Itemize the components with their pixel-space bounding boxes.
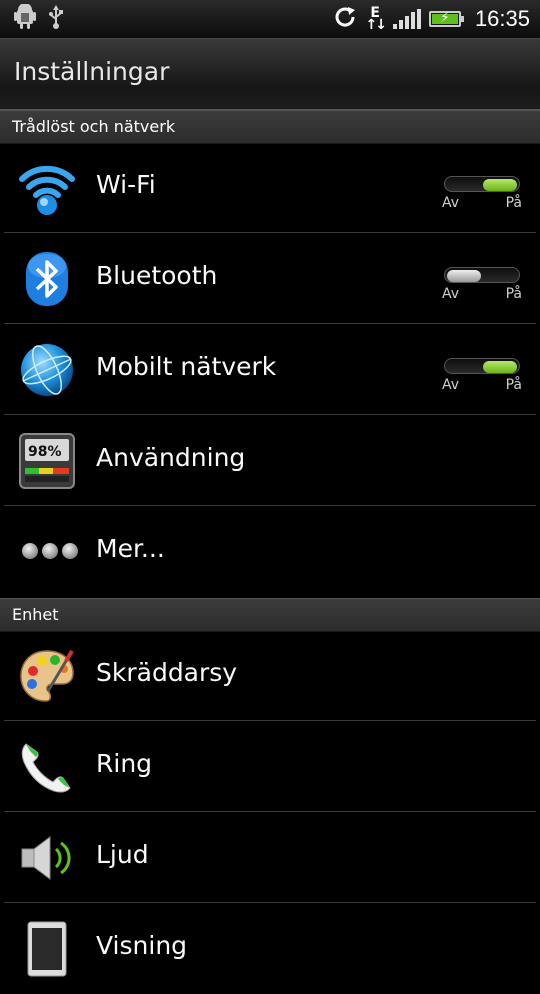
settings-item-display[interactable]: Visning [0, 904, 540, 994]
settings-item-label: Ljud [96, 840, 149, 869]
settings-item-ring[interactable]: Ring [0, 722, 540, 812]
section-header-device: Enhet [0, 598, 540, 632]
settings-item-more[interactable]: Mer... [0, 507, 540, 597]
settings-item-label: Wi-Fi [96, 170, 156, 199]
speaker-icon [18, 829, 76, 887]
settings-item-personalize[interactable]: Skräddarsy [0, 631, 540, 721]
settings-item-label: Mer... [96, 534, 165, 563]
settings-item-mobile-network[interactable]: Mobilt nätverk Av På [0, 325, 540, 415]
settings-item-label: Skräddarsy [96, 658, 238, 687]
status-bar: E ↑↓ ⚡ 16:35 [0, 0, 540, 39]
settings-item-usage[interactable]: 98% Användning [0, 416, 540, 506]
battery-charging-icon: ⚡ [428, 10, 464, 27]
toggle-on-label: På [505, 195, 522, 211]
toggle-off-label: Av [442, 195, 460, 211]
edge-data-icon: E ↑↓ [365, 5, 387, 33]
sync-icon [333, 5, 357, 33]
section-header-label: Trådlöst och nätverk [12, 117, 176, 136]
palette-icon [18, 647, 76, 705]
settings-item-label: Ring [96, 749, 153, 778]
clock: 16:35 [474, 6, 530, 31]
usb-icon [48, 5, 64, 33]
toggle-off-label: Av [442, 286, 460, 302]
settings-item-label: Användning [96, 443, 246, 472]
settings-item-label: Mobilt nätverk [96, 352, 277, 381]
toggle-on-label: På [505, 286, 522, 302]
usage-percent-text: 98% [28, 444, 62, 460]
phone-handset-icon [18, 738, 76, 796]
settings-item-label: Visning [96, 931, 188, 960]
usage-meter-icon: 98% [18, 432, 76, 490]
more-dots-icon [22, 543, 78, 559]
android-debug-icon [14, 3, 36, 34]
signal-icon [392, 9, 421, 29]
section-header-wireless: Trådlöst och nätverk [0, 110, 540, 144]
settings-item-label: Bluetooth [96, 261, 218, 290]
mobile-network-toggle[interactable]: Av På [442, 355, 522, 395]
bluetooth-icon [18, 250, 76, 308]
settings-item-sound[interactable]: Ljud [0, 813, 540, 903]
page-title: Inställningar [14, 57, 170, 86]
settings-item-bluetooth[interactable]: Bluetooth Av På [0, 234, 540, 324]
wifi-icon [18, 159, 76, 217]
settings-item-wifi[interactable]: Wi-Fi Av På [0, 143, 540, 233]
mobile-network-globe-icon [18, 341, 76, 399]
toggle-off-label: Av [442, 377, 460, 393]
display-icon [18, 920, 76, 978]
toggle-on-label: På [505, 377, 522, 393]
section-header-label: Enhet [12, 605, 59, 624]
wifi-toggle[interactable]: Av På [442, 173, 522, 213]
bluetooth-toggle[interactable]: Av På [442, 264, 522, 304]
title-bar: Inställningar [0, 39, 540, 110]
